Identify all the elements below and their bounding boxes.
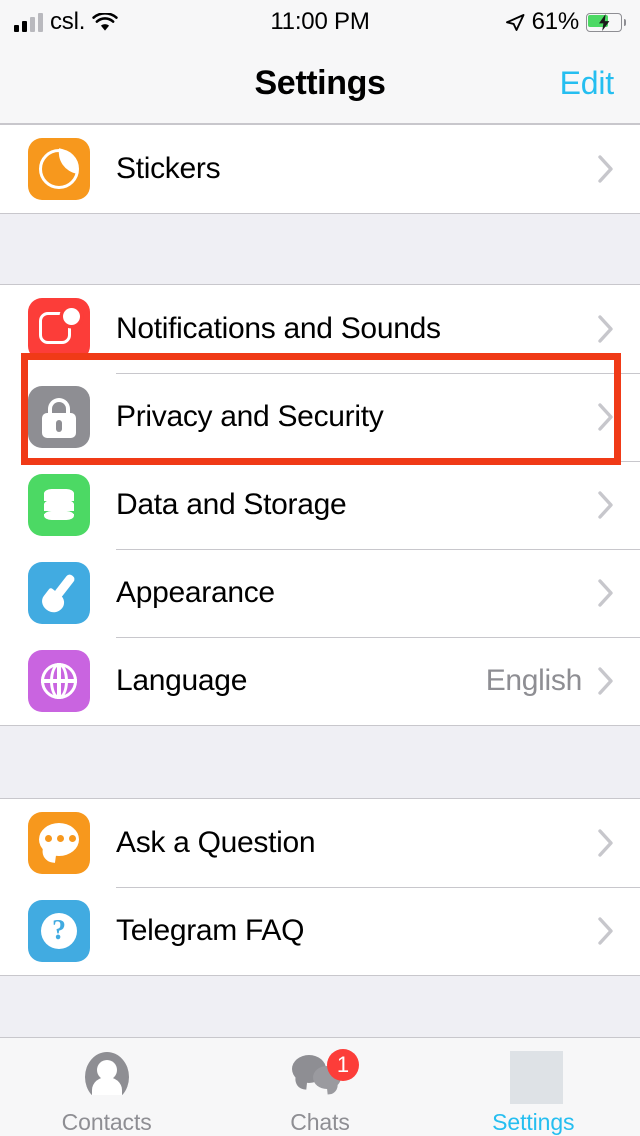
settings-group-1: Stickers bbox=[0, 124, 640, 214]
chat-bubble-icon bbox=[28, 812, 90, 874]
section-gap-1 bbox=[0, 214, 640, 284]
settings-group-3: Ask a Question ? Telegram FAQ bbox=[0, 798, 640, 976]
chevron-right-icon bbox=[598, 491, 614, 519]
battery-percent-label: 61% bbox=[531, 8, 580, 35]
chats-icon: 1 bbox=[289, 1049, 359, 1105]
stickers-icon bbox=[28, 138, 90, 200]
location-arrow-icon bbox=[505, 13, 525, 32]
settings-row-notifications-and-sounds[interactable]: Notifications and Sounds bbox=[0, 285, 640, 373]
section-gap-2 bbox=[0, 726, 640, 798]
edit-button[interactable]: Edit bbox=[560, 44, 615, 123]
chevron-right-icon bbox=[598, 829, 614, 857]
language-value: English bbox=[485, 664, 583, 697]
status-bar: csl. 11:00 PM 61% bbox=[0, 0, 640, 44]
question-mark-icon: ? bbox=[28, 900, 90, 962]
chats-unread-badge: 1 bbox=[326, 1049, 359, 1081]
row-label: Appearance bbox=[116, 576, 275, 609]
settings-row-stickers[interactable]: Stickers bbox=[0, 125, 640, 213]
settings-row-telegram-faq[interactable]: ? Telegram FAQ bbox=[0, 887, 640, 975]
chevron-right-icon bbox=[598, 155, 614, 183]
row-label: Notifications and Sounds bbox=[116, 312, 441, 345]
tab-label: Contacts bbox=[61, 1109, 152, 1135]
chevron-right-icon bbox=[598, 917, 614, 945]
status-bar-right: 61% bbox=[505, 0, 626, 44]
globe-icon bbox=[28, 650, 90, 712]
lock-icon bbox=[28, 386, 90, 448]
phone-screen: csl. 11:00 PM 61% Settings Edit Stickers… bbox=[0, 0, 640, 1136]
tab-label: Settings bbox=[492, 1109, 575, 1135]
tab-settings[interactable]: Settings bbox=[427, 1038, 640, 1136]
row-label: Ask a Question bbox=[116, 826, 316, 859]
paintbrush-icon bbox=[28, 562, 90, 624]
row-label: Stickers bbox=[116, 152, 221, 185]
settings-row-data-and-storage[interactable]: Data and Storage bbox=[0, 461, 640, 549]
chevron-right-icon bbox=[598, 403, 614, 431]
tab-label: Chats bbox=[290, 1109, 350, 1135]
notifications-icon bbox=[28, 298, 90, 360]
settings-list: Stickers Notifications and Sounds Privac… bbox=[0, 124, 640, 1037]
settings-row-privacy-and-security[interactable]: Privacy and Security bbox=[0, 373, 640, 461]
row-label: Data and Storage bbox=[116, 488, 347, 521]
row-label: Language bbox=[116, 664, 248, 697]
settings-icon bbox=[502, 1049, 564, 1105]
tab-bar: Contacts 1 Chats Settings bbox=[0, 1037, 640, 1136]
chevron-right-icon bbox=[598, 315, 614, 343]
row-label: Privacy and Security bbox=[116, 400, 384, 433]
battery-charging-icon bbox=[586, 12, 626, 32]
person-icon bbox=[76, 1049, 138, 1107]
settings-row-appearance[interactable]: Appearance bbox=[0, 549, 640, 637]
navigation-bar: Settings Edit bbox=[0, 44, 640, 124]
chevron-right-icon bbox=[598, 667, 614, 695]
tab-contacts[interactable]: Contacts bbox=[0, 1038, 213, 1136]
settings-group-2: Notifications and Sounds Privacy and Sec… bbox=[0, 284, 640, 726]
settings-row-ask-a-question[interactable]: Ask a Question bbox=[0, 799, 640, 887]
page-title: Settings bbox=[254, 64, 386, 102]
settings-row-language[interactable]: Language English bbox=[0, 637, 640, 725]
chevron-right-icon bbox=[598, 579, 614, 607]
tab-chats[interactable]: 1 Chats bbox=[213, 1038, 426, 1136]
clock-label: 11:00 PM bbox=[270, 8, 370, 35]
row-label: Telegram FAQ bbox=[116, 914, 305, 947]
database-icon bbox=[28, 474, 90, 536]
